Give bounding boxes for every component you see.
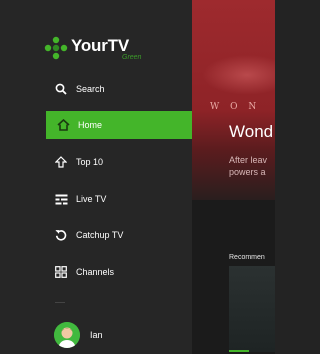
hero-glow — [202, 55, 275, 95]
search-icon — [54, 82, 68, 96]
nav-item-channels[interactable]: Channels — [44, 258, 192, 286]
sidebar: YourTV Green Search Home Top 10 Live TV … — [0, 0, 192, 354]
nav-item-label: Catchup TV — [76, 230, 124, 240]
avatar — [54, 322, 80, 348]
hero-title: Wond — [229, 122, 274, 141]
nav-item-label: Search — [76, 84, 105, 94]
hero-description: After leav powers a — [229, 155, 268, 177]
sidebar-divider — [55, 302, 65, 303]
nav-item-live-tv[interactable]: Live TV — [44, 185, 192, 213]
logo: YourTV Green — [44, 36, 164, 62]
live-tv-icon — [54, 192, 68, 206]
yourtv-logo-icon — [44, 36, 68, 60]
arrow-up-icon — [54, 155, 68, 169]
profile-name: Ian — [90, 330, 103, 340]
nav-item-top10[interactable]: Top 10 — [44, 148, 192, 176]
nav-item-catchup-tv[interactable]: Catchup TV — [44, 221, 192, 249]
home-icon — [56, 118, 70, 132]
channels-grid-icon — [54, 265, 68, 279]
brand-name: YourTV — [71, 36, 129, 55]
recommendation-card[interactable] — [229, 266, 275, 352]
catchup-icon — [54, 228, 68, 242]
recommendation-progress — [229, 350, 249, 352]
nav-item-label: Top 10 — [76, 157, 104, 167]
nav-item-home[interactable]: Home — [46, 111, 192, 139]
section-label: Recommen — [229, 254, 265, 261]
brand-sub: Green — [122, 54, 142, 61]
main-content: W O N Wond After leav powers a Recommen — [192, 0, 275, 354]
profile-item[interactable]: Ian — [54, 320, 192, 350]
nav-item-label: Channels — [76, 267, 115, 277]
nav-item-search[interactable]: Search — [44, 75, 192, 103]
hero-brand-text: W O N — [210, 102, 261, 112]
nav-item-label: Live TV — [76, 194, 107, 204]
nav-item-label: Home — [78, 120, 103, 130]
